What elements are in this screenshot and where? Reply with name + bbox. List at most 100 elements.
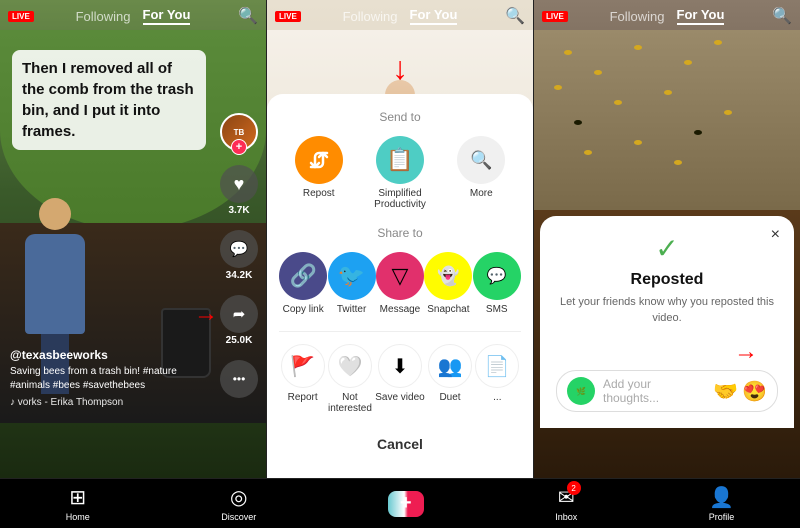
nav-discover[interactable]: ◎ Discover [221,485,256,522]
panel2-topbar: LIVE Following For You 🔍 [267,0,533,32]
report-icon[interactable]: 🚩 [281,344,325,388]
emoji-row: 🤝 😍 [713,379,767,404]
more-icon[interactable]: 🔍 [457,136,505,184]
action-notinterested[interactable]: 🤍 Not interested [328,344,372,414]
like-count-1: 3.7K [228,205,249,216]
hashtags-1: Saving bees from a trash bin! #nature #a… [10,365,211,393]
search-icon-2[interactable]: 🔍 [505,8,525,25]
share-sheet: Send to Repost 📋 Simplified Productivit [267,94,533,478]
creator-avatar-1[interactable]: TB + [220,113,258,151]
twitter-label: Twitter [337,304,366,315]
tab-foryou-1[interactable]: For You [143,7,191,25]
tab-following-3[interactable]: Following [610,9,665,24]
live-badge: LIVE [8,11,34,22]
comment-count-1: 34.2K [226,270,253,281]
more-label: More [470,188,493,199]
action-report[interactable]: 🚩 Report [281,344,325,414]
share-item-more[interactable]: 🔍 More [457,136,505,210]
share-count-1: 25.0K [226,335,253,346]
search-icon-1[interactable]: 🔍 [238,8,258,25]
more2-label: ... [493,392,501,403]
savevideo-icon[interactable]: ⬇ [378,344,422,388]
duet-label: Duet [439,392,460,403]
report-label: Report [288,392,318,403]
emoji2[interactable]: 😍 [742,379,767,404]
panel2-live-area: LIVE [275,11,301,22]
sms-label: SMS [486,304,508,315]
copylink-label: Copy link [283,304,324,315]
send-to-row: Repost 📋 Simplified Productivity 🔍 More [279,136,521,210]
action-savevideo[interactable]: ⬇ Save video [375,344,424,414]
emoji1[interactable]: 🤝 [713,379,738,404]
sms-icon[interactable]: 💬 [473,252,521,300]
panel3-tabs: Following For You [610,7,725,25]
snapchat-icon[interactable]: 👻 [424,252,472,300]
nav-profile[interactable]: 👤 Profile [709,485,735,522]
search-icon-3[interactable]: 🔍 [772,8,792,25]
nav-inbox[interactable]: ✉ 2 Inbox [555,485,577,522]
nav-add[interactable]: + [388,491,424,517]
panel1-tabs: Following For You [76,7,191,25]
repost-icon[interactable] [295,136,343,184]
cancel-button[interactable]: Cancel [279,426,521,462]
right-icons-1: TB + ♥ 3.7K 💬 34.2K ➦ 25.0K ••• [220,113,258,398]
inbox-label: Inbox [555,512,577,522]
panel3-topbar: LIVE Following For You 🔍 [534,0,800,32]
red-arrow-down: ↓ [392,50,408,87]
share-button-1[interactable]: ➦ 25.0K [220,295,258,346]
notinterested-icon[interactable]: 🤍 [328,344,372,388]
profile-icon: 👤 [709,485,734,510]
action-duet[interactable]: 👥 Duet [428,344,472,414]
tab-foryou-2[interactable]: For You [410,7,458,25]
panel1-live-area: LIVE [8,11,34,22]
share-twitter[interactable]: 🐦 Twitter [328,252,376,315]
add-button[interactable]: + [388,491,424,517]
more-button-1[interactable]: ••• [220,360,258,398]
thought-placeholder[interactable]: Add your thoughts... [603,377,705,405]
home-label: Home [66,512,90,522]
comment-button-1[interactable]: 💬 34.2K [220,230,258,281]
like-button-1[interactable]: ♥ 3.7K [220,165,258,216]
thought-input-row[interactable]: 🌿 Add your thoughts... 🤝 😍 [556,370,778,412]
message-icon[interactable]: ▽ [376,252,424,300]
tab-foryou-3[interactable]: For You [677,7,725,25]
share-sms[interactable]: 💬 SMS [473,252,521,315]
live-badge-2: LIVE [275,11,301,22]
message-label: Message [380,304,421,315]
modal-close-button[interactable]: × [771,226,780,244]
tab-following-1[interactable]: Following [76,9,131,24]
live-badge-3: LIVE [542,11,568,22]
copylink-icon[interactable]: 🔗 [279,252,327,300]
share-to-row: 🔗 Copy link 🐦 Twitter ▽ Message 👻 Snapch… [279,252,521,315]
search-btn-2[interactable]: 🔍 [505,6,525,26]
notinterested-label: Not interested [328,392,372,414]
inbox-badge-container: ✉ 2 [558,485,575,510]
send-to-label: Send to [279,110,521,124]
share-snapchat[interactable]: 👻 Snapchat [424,252,472,315]
home-icon: ⊞ [69,485,86,510]
panel-2: LIVE Following For You 🔍 ↓ Send to [267,0,534,478]
share-copylink[interactable]: 🔗 Copy link [279,252,327,315]
share-actions-row: 🚩 Report 🤍 Not interested ⬇ Save video 👥… [279,344,521,414]
panel3-live-area: LIVE [542,11,568,22]
panel-3: LIVE Following For You 🔍 TB + ♥ 3.7M × [534,0,800,478]
share-item-repost[interactable]: Repost [295,136,343,210]
panel2-tabs: Following For You [343,7,458,25]
action-more2[interactable]: 📄 ... [475,344,519,414]
productivity-icon[interactable]: 📋 [376,136,424,184]
share-item-productivity[interactable]: 📋 Simplified Productivity [374,136,426,210]
nav-home[interactable]: ⊞ Home [66,485,90,522]
search-btn-3[interactable]: 🔍 [772,6,792,26]
savevideo-label: Save video [375,392,424,403]
follow-plus-1[interactable]: + [231,139,247,155]
more2-icon[interactable]: 📄 [475,344,519,388]
tab-following-2[interactable]: Following [343,9,398,24]
username-1[interactable]: @texasbeeworks [10,348,211,362]
share-message[interactable]: ▽ Message [376,252,424,315]
panel-1: LIVE Following For You 🔍 Then I removed … [0,0,267,478]
snapchat-label: Snapchat [427,304,469,315]
twitter-icon[interactable]: 🐦 [328,252,376,300]
repost-subtitle: Let your friends know why you reposted t… [556,295,778,326]
search-btn-1[interactable]: 🔍 [238,6,258,26]
duet-icon[interactable]: 👥 [428,344,472,388]
